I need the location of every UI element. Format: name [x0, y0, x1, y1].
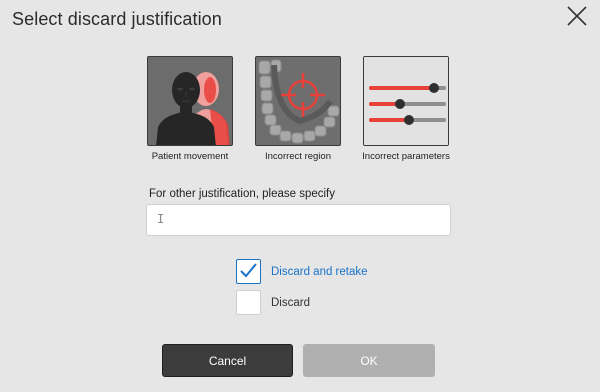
justification-card-patient-movement[interactable] [147, 56, 233, 146]
other-justification-label: For other justification, please specify [149, 188, 336, 200]
ok-button[interactable]: OK [303, 344, 435, 377]
incorrect-region-icon [256, 57, 340, 145]
justification-label-patient-movement: Patient movement [151, 151, 229, 162]
justification-card-incorrect-parameters[interactable] [363, 56, 449, 146]
justification-card-incorrect-region[interactable] [255, 56, 341, 146]
incorrect-parameters-icon [364, 57, 448, 145]
dialog-title: Select discard justification [12, 9, 222, 29]
discard-and-retake-checkbox[interactable] [236, 259, 261, 284]
other-justification-input[interactable] [146, 204, 451, 236]
patient-movement-icon [148, 57, 232, 145]
close-button[interactable] [566, 5, 588, 27]
discard-justification-dialog: Select discard justification Patient mov… [0, 0, 600, 392]
text-cursor-icon: I [157, 212, 165, 226]
discard-label[interactable]: Discard [271, 297, 310, 309]
justification-label-incorrect-parameters: Incorrect parameters [362, 151, 450, 162]
discard-and-retake-label[interactable]: Discard and retake [271, 266, 368, 278]
checkmark-icon [240, 263, 257, 278]
justification-label-incorrect-region: Incorrect region [264, 151, 331, 162]
close-icon [567, 6, 587, 26]
discard-checkbox[interactable] [236, 290, 261, 315]
cancel-button[interactable]: Cancel [162, 344, 293, 377]
